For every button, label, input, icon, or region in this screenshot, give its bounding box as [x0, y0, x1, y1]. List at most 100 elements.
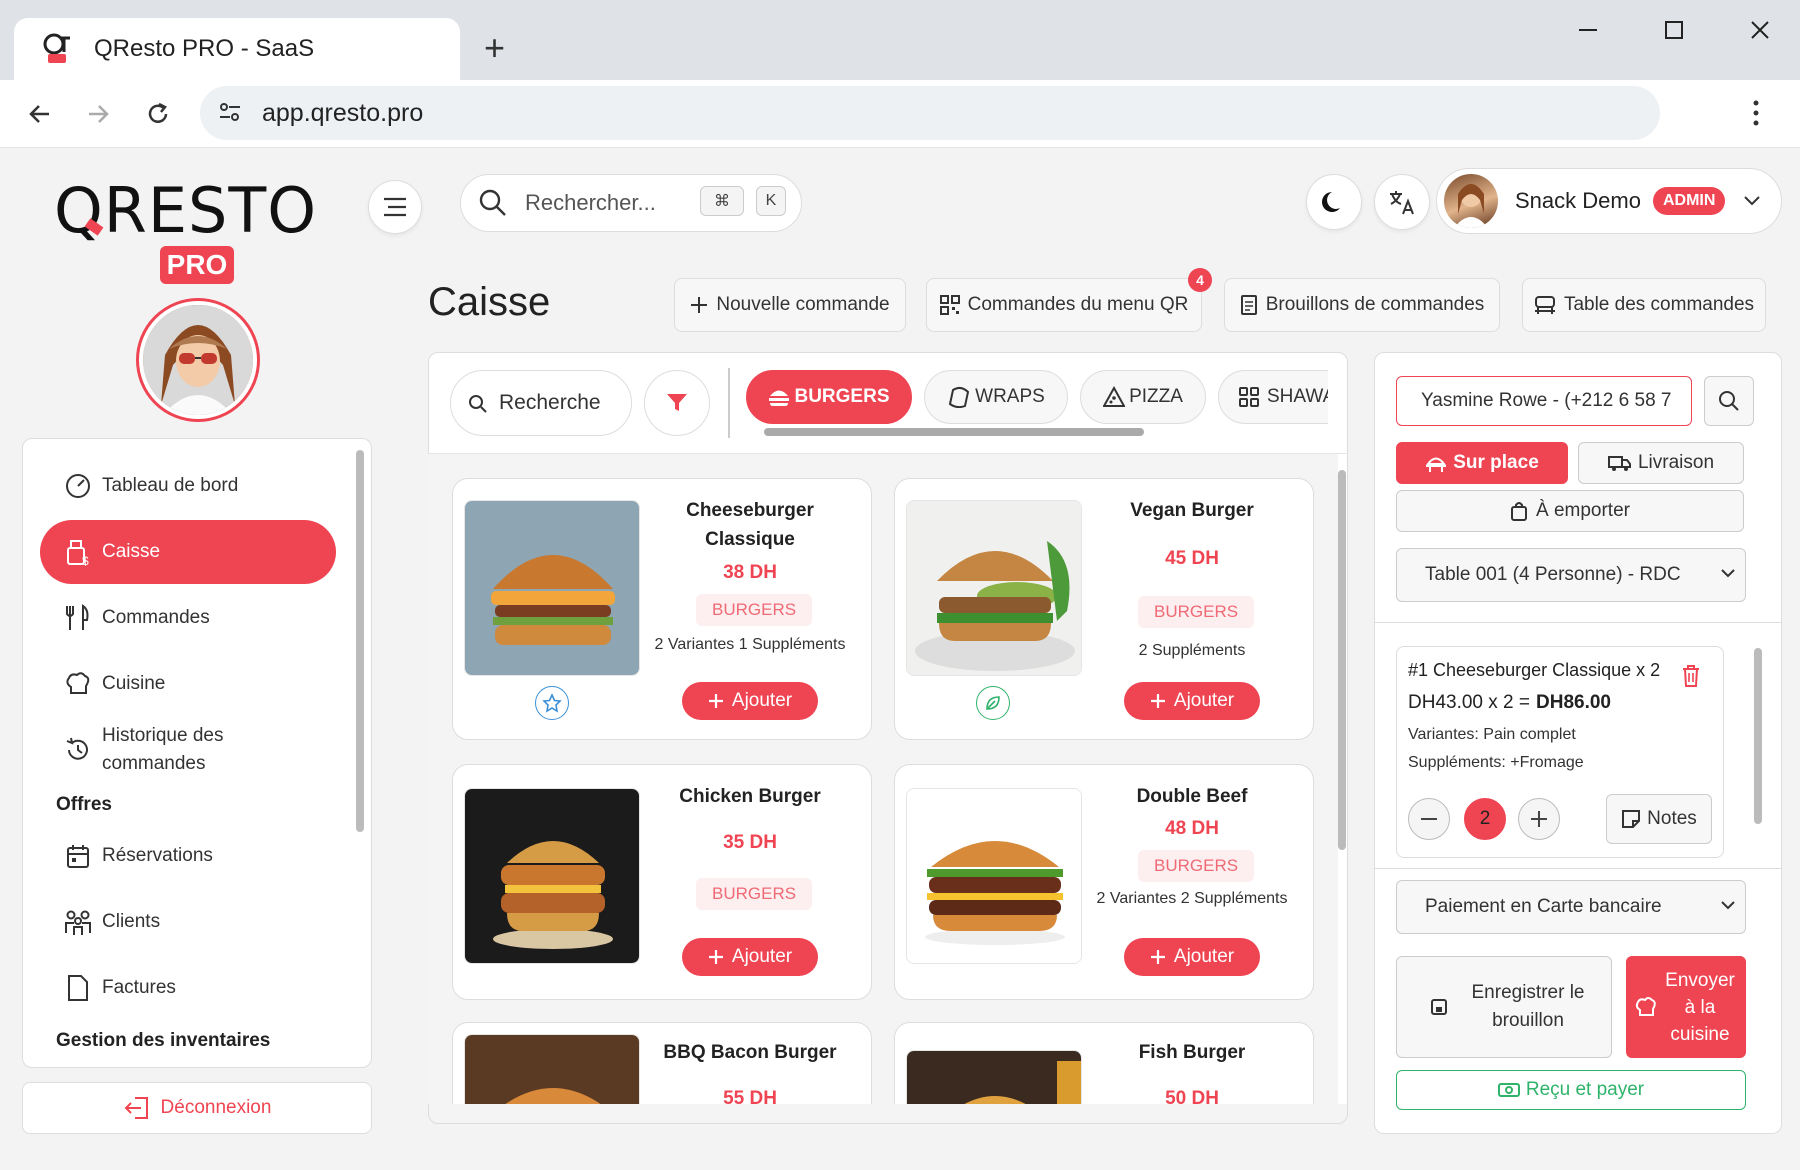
star-icon — [535, 686, 569, 720]
logout-label: Déconnexion — [160, 1097, 272, 1118]
back-icon[interactable] — [18, 92, 62, 136]
drafts-button[interactable]: Brouillons de commandes — [1224, 278, 1500, 332]
product-name: Cheeseburger Classique — [686, 500, 814, 550]
takeaway-button[interactable]: À emporter — [1396, 490, 1744, 532]
add-label: Ajouter — [731, 690, 793, 711]
sidebar-item-factures[interactable]: Factures — [40, 956, 336, 1020]
cart-scrollbar[interactable] — [1754, 648, 1762, 824]
order-line-total: DH86.00 — [1536, 692, 1611, 713]
plus-icon — [1531, 811, 1547, 827]
sidebar-item-historique[interactable]: Historique des commandes — [40, 720, 336, 780]
receipt-pay-button[interactable]: Reçu et payer — [1396, 1070, 1746, 1110]
decrease-qty-button[interactable] — [1408, 798, 1450, 840]
browser-tab[interactable]: QResto PRO - SaaS — [14, 18, 460, 80]
minimize-icon[interactable] — [1560, 10, 1616, 50]
new-order-button[interactable]: Nouvelle commande — [674, 278, 906, 332]
document-icon — [1240, 294, 1258, 316]
payment-select[interactable]: Paiement en Carte bancaire — [1396, 880, 1746, 934]
table-icon — [1534, 295, 1556, 315]
dark-mode-button[interactable] — [1306, 174, 1362, 230]
money-icon — [1497, 1083, 1520, 1097]
language-button[interactable] — [1374, 174, 1430, 230]
logo-pro-badge: PRO — [160, 246, 234, 284]
history-icon — [64, 736, 92, 764]
bag-icon — [1511, 502, 1527, 521]
table-value: Table 001 (4 Personne) - RDC — [1425, 564, 1681, 585]
search-icon — [468, 394, 488, 419]
sidebar-group-offres: Offres — [56, 794, 112, 815]
chef-hat-icon — [64, 670, 92, 698]
logout-button[interactable]: Déconnexion — [22, 1082, 372, 1134]
close-icon[interactable] — [1732, 10, 1788, 50]
category-tab-wraps[interactable]: WRAPS — [924, 370, 1068, 424]
plus-icon — [708, 950, 723, 964]
maximize-icon[interactable] — [1646, 10, 1702, 50]
table-orders-button[interactable]: Table des commandes — [1522, 278, 1766, 332]
category-tab-shawarma[interactable]: SHAWARMA — [1218, 370, 1328, 424]
filter-button[interactable] — [644, 370, 710, 436]
category-tab-burgers[interactable]: BURGERS — [746, 370, 912, 424]
plus-icon — [708, 694, 723, 708]
order-line-supplements: Suppléments: +Fromage — [1408, 754, 1584, 771]
shortcut-k-key: K — [756, 186, 786, 216]
grid-icon — [1239, 387, 1259, 407]
add-product-button[interactable]: Ajouter — [1124, 938, 1260, 976]
chevron-down-icon — [1744, 196, 1761, 206]
menu-toggle-button[interactable] — [368, 180, 422, 234]
product-scrollbar[interactable] — [1338, 470, 1346, 850]
moon-icon — [1322, 192, 1340, 212]
sidebar-item-clients[interactable]: Clients — [40, 890, 336, 954]
product-price: 35 DH — [723, 832, 777, 853]
customer-search-button[interactable] — [1704, 376, 1754, 426]
sidebar-item-label: Commandes — [102, 607, 210, 628]
increase-qty-button[interactable] — [1518, 798, 1560, 840]
admin-badge: ADMIN — [1652, 187, 1726, 215]
url-field[interactable]: app.qresto.pro — [200, 86, 1660, 140]
category-label: WRAPS — [975, 386, 1045, 407]
product-image — [906, 500, 1082, 676]
search-placeholder: Rechercher... — [525, 190, 656, 215]
customer-field[interactable]: Yasmine Rowe - (+212 6 58 7 — [1396, 376, 1692, 426]
add-label: Ajouter — [1173, 690, 1235, 711]
category-scrollbar[interactable] — [764, 428, 1144, 436]
save-icon — [1431, 999, 1447, 1015]
table-select[interactable]: Table 001 (4 Personne) - RDC — [1396, 548, 1746, 602]
sidebar-item-label: Clients — [102, 911, 161, 932]
send-kitchen-button[interactable]: Envoyer à la cuisine — [1626, 956, 1746, 1058]
trash-icon[interactable] — [1680, 664, 1702, 693]
sidebar-item-reservations[interactable]: Réservations — [40, 824, 336, 888]
dine-in-button[interactable]: Sur place — [1396, 442, 1568, 484]
note-icon — [1622, 810, 1641, 828]
order-line-variants: Variantes: Pain complet — [1408, 726, 1576, 743]
sidebar-item-commandes[interactable]: Commandes — [40, 586, 336, 650]
browser-menu-icon[interactable] — [1750, 98, 1762, 133]
new-tab-button[interactable]: + — [484, 28, 505, 68]
global-search-input[interactable]: Rechercher... — [460, 174, 802, 232]
delivery-button[interactable]: Livraison — [1578, 442, 1744, 484]
sidebar-item-dashboard[interactable]: Tableau de bord — [40, 454, 336, 518]
category-tab-pizza[interactable]: PIZZA — [1080, 370, 1206, 424]
product-price: 45 DH — [1165, 548, 1219, 569]
save-draft-button[interactable]: Enregistrer le brouillon — [1396, 956, 1612, 1058]
product-name: Vegan Burger — [1130, 500, 1254, 521]
sidebar-scrollbar[interactable] — [356, 450, 364, 832]
payment-value: Paiement en Carte bancaire — [1425, 896, 1662, 917]
dine-icon — [1426, 457, 1447, 472]
add-product-button[interactable]: Ajouter — [682, 938, 818, 976]
add-product-button[interactable]: Ajouter — [1124, 682, 1260, 720]
qr-orders-label: Commandes du menu QR — [967, 294, 1189, 315]
qresto-favicon — [40, 32, 74, 66]
qr-orders-button[interactable]: Commandes du menu QR — [926, 278, 1202, 332]
reload-icon[interactable] — [136, 92, 180, 136]
sidebar-item-cuisine[interactable]: Cuisine — [40, 652, 336, 716]
product-category-badge: BURGERS — [1138, 596, 1255, 628]
sidebar-item-caisse[interactable]: $ Caisse — [40, 520, 336, 584]
order-line-calc: DH43.00 x 2 = — [1408, 692, 1530, 713]
forward-icon[interactable] — [76, 92, 120, 136]
sidebar-item-label: Réservations — [102, 845, 213, 866]
site-settings-icon[interactable] — [218, 100, 242, 129]
notes-button[interactable]: Notes — [1606, 794, 1712, 844]
takeaway-label: À emporter — [1536, 500, 1630, 521]
add-product-button[interactable]: Ajouter — [682, 682, 818, 720]
add-label: Ajouter — [1173, 946, 1235, 967]
